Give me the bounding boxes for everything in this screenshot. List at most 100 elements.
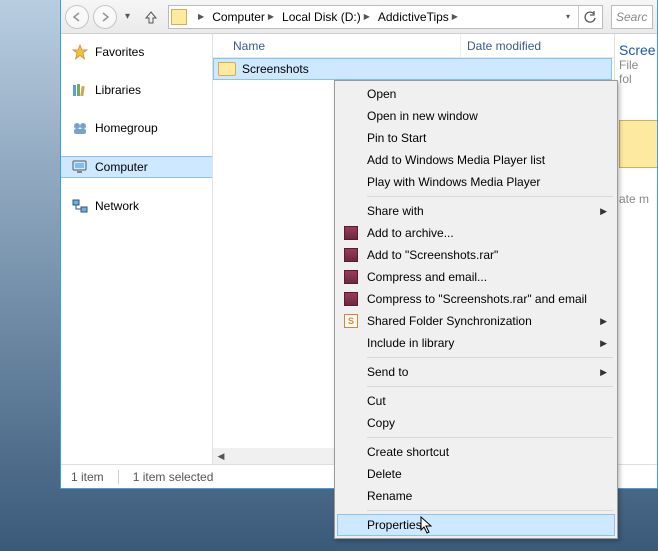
refresh-button[interactable] (578, 6, 600, 28)
sync-icon: S (343, 313, 359, 329)
status-selected: 1 item selected (133, 470, 214, 484)
context-menu-label: Rename (367, 489, 412, 503)
context-menu-item[interactable]: Properties (337, 514, 615, 536)
sidebar-item-label: Computer (95, 160, 148, 174)
rar-icon (343, 269, 359, 285)
breadcrumb[interactable]: Local Disk (D:)▶ (278, 10, 374, 24)
sidebar-item-libraries[interactable]: Libraries (61, 80, 212, 100)
context-menu-label: Cut (367, 394, 386, 408)
context-menu-separator (367, 510, 613, 511)
context-menu-item[interactable]: Add to archive... (337, 222, 615, 244)
back-button[interactable] (65, 5, 89, 29)
forward-button[interactable] (93, 5, 117, 29)
sidebar-item-label: Favorites (95, 45, 144, 59)
context-menu-label: Pin to Start (367, 131, 426, 145)
address-dropdown[interactable]: ▾ (566, 12, 570, 21)
preview-date-label: ate m (619, 192, 653, 206)
column-headers: Name Date modified (213, 34, 614, 58)
up-button[interactable] (140, 6, 162, 28)
context-menu-item[interactable]: S Shared Folder Synchronization ▶ (337, 310, 615, 332)
context-menu-label: Shared Folder Synchronization (367, 314, 532, 328)
recent-locations-dropdown[interactable]: ▾ (121, 11, 134, 22)
breadcrumb[interactable]: ▶ (191, 12, 208, 21)
preview-type: File fol (619, 58, 653, 86)
context-menu-label: Share with (367, 204, 424, 218)
context-menu-label: Properties (367, 518, 422, 532)
libraries-icon (71, 82, 89, 98)
sidebar-item-favorites[interactable]: Favorites (61, 42, 212, 62)
sidebar-item-homegroup[interactable]: Homegroup (61, 118, 212, 138)
search-input[interactable]: Searc (611, 5, 653, 29)
breadcrumb-label: AddictiveTips (378, 10, 449, 24)
context-menu-item[interactable]: Send to ▶ (337, 361, 615, 383)
address-bar[interactable]: ▶ Computer▶ Local Disk (D:)▶ AddictiveTi… (168, 5, 603, 29)
column-date-header[interactable]: Date modified (461, 39, 614, 53)
breadcrumb[interactable]: Computer▶ (208, 10, 278, 24)
navigation-pane: Favorites Libraries Homegroup Computer (61, 34, 213, 464)
breadcrumb-label: Local Disk (D:) (282, 10, 361, 24)
context-menu-separator (367, 386, 613, 387)
context-menu-label: Open in new window (367, 109, 478, 123)
star-icon (71, 44, 89, 60)
context-menu-item[interactable]: Add to Windows Media Player list (337, 149, 615, 171)
homegroup-icon (71, 120, 89, 136)
context-menu-separator (367, 357, 613, 358)
context-menu-item[interactable]: Copy (337, 412, 615, 434)
column-name-header[interactable]: Name (213, 34, 461, 57)
submenu-arrow-icon: ▶ (600, 316, 607, 327)
context-menu: Open Open in new window Pin to Start Add to… (334, 80, 618, 539)
context-menu-item[interactable]: Create shortcut (337, 441, 615, 463)
context-menu-label: Compress and email... (367, 270, 487, 284)
context-menu-label: Delete (367, 467, 402, 481)
preview-title: Scree (619, 42, 653, 58)
rar-icon (343, 247, 359, 263)
context-menu-label: Compress to "Screenshots.rar" and email (367, 292, 587, 306)
sidebar-item-computer[interactable]: Computer (61, 156, 212, 178)
context-menu-item[interactable]: Pin to Start (337, 127, 615, 149)
folder-icon (619, 120, 657, 168)
status-count: 1 item (71, 470, 104, 484)
context-menu-label: Play with Windows Media Player (367, 175, 540, 189)
scroll-left-button[interactable]: ◀ (213, 448, 229, 464)
sidebar-item-label: Homegroup (95, 121, 158, 135)
rar-icon (343, 291, 359, 307)
submenu-arrow-icon: ▶ (600, 338, 607, 349)
preview-pane: Scree File fol ate m (615, 34, 657, 464)
network-icon (71, 198, 89, 214)
context-menu-label: Add to archive... (367, 226, 454, 240)
context-menu-item[interactable]: Delete (337, 463, 615, 485)
file-name: Screenshots (242, 62, 309, 76)
context-menu-item[interactable]: Rename (337, 485, 615, 507)
context-menu-label: Copy (367, 416, 395, 430)
rar-icon (343, 225, 359, 241)
computer-icon (71, 159, 89, 175)
folder-icon (218, 62, 236, 76)
context-menu-label: Open (367, 87, 396, 101)
breadcrumb-label: Computer (212, 10, 265, 24)
search-placeholder: Searc (616, 10, 647, 24)
breadcrumb[interactable]: AddictiveTips▶ (374, 10, 462, 24)
context-menu-label: Add to Windows Media Player list (367, 153, 545, 167)
context-menu-label: Include in library (367, 336, 454, 350)
submenu-arrow-icon: ▶ (600, 206, 607, 217)
context-menu-label: Add to "Screenshots.rar" (367, 248, 498, 262)
context-menu-item[interactable]: Play with Windows Media Player (337, 171, 615, 193)
context-menu-item[interactable]: Compress and email... (337, 266, 615, 288)
context-menu-separator (367, 196, 613, 197)
sidebar-item-label: Libraries (95, 83, 141, 97)
context-menu-item[interactable]: Share with ▶ (337, 200, 615, 222)
submenu-arrow-icon: ▶ (600, 367, 607, 378)
context-menu-item[interactable]: Compress to "Screenshots.rar" and email (337, 288, 615, 310)
sidebar-item-label: Network (95, 199, 139, 213)
context-menu-item[interactable]: Open in new window (337, 105, 615, 127)
context-menu-separator (367, 437, 613, 438)
context-menu-label: Send to (367, 365, 408, 379)
file-row[interactable]: Screenshots (213, 58, 612, 80)
context-menu-item[interactable]: Include in library ▶ (337, 332, 615, 354)
sidebar-item-network[interactable]: Network (61, 196, 212, 216)
context-menu-item[interactable]: Open (337, 83, 615, 105)
context-menu-item[interactable]: Add to "Screenshots.rar" (337, 244, 615, 266)
context-menu-item[interactable]: Cut (337, 390, 615, 412)
context-menu-label: Create shortcut (367, 445, 449, 459)
toolbar: ▾ ▶ Computer▶ Local Disk (D:)▶ Addictive… (61, 0, 657, 34)
